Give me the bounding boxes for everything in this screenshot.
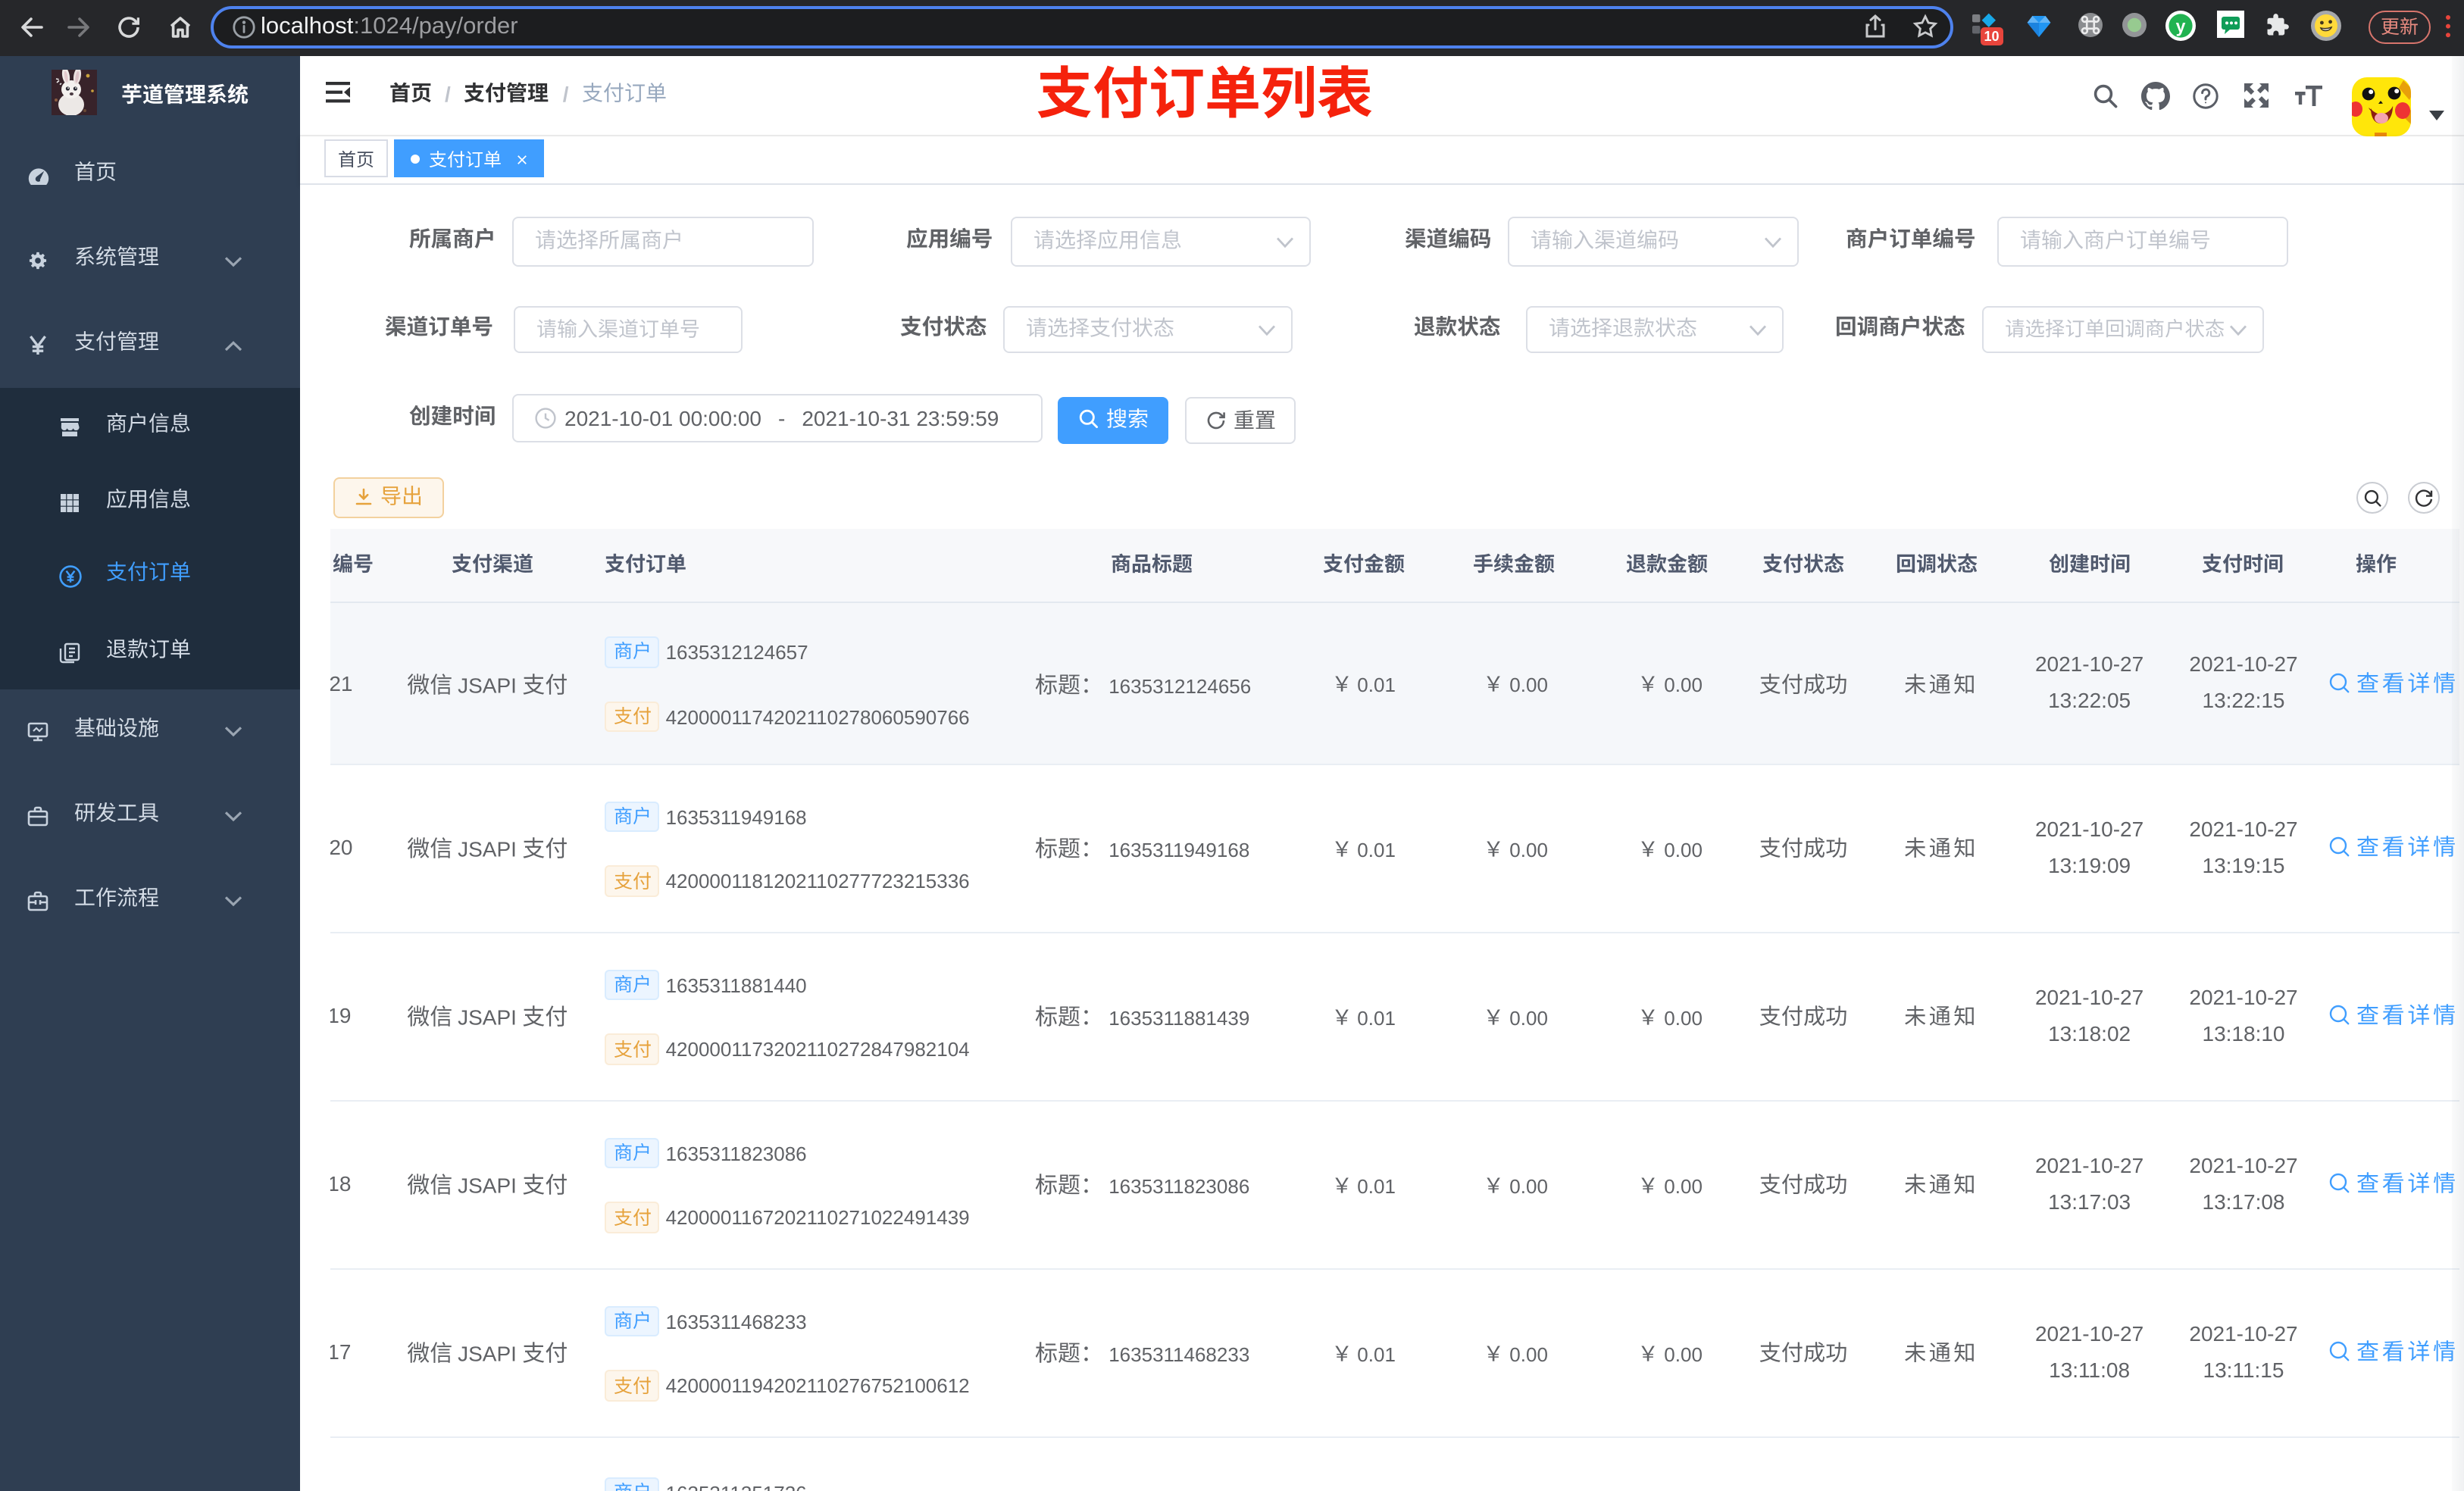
svg-text:y: y xyxy=(2176,15,2186,35)
